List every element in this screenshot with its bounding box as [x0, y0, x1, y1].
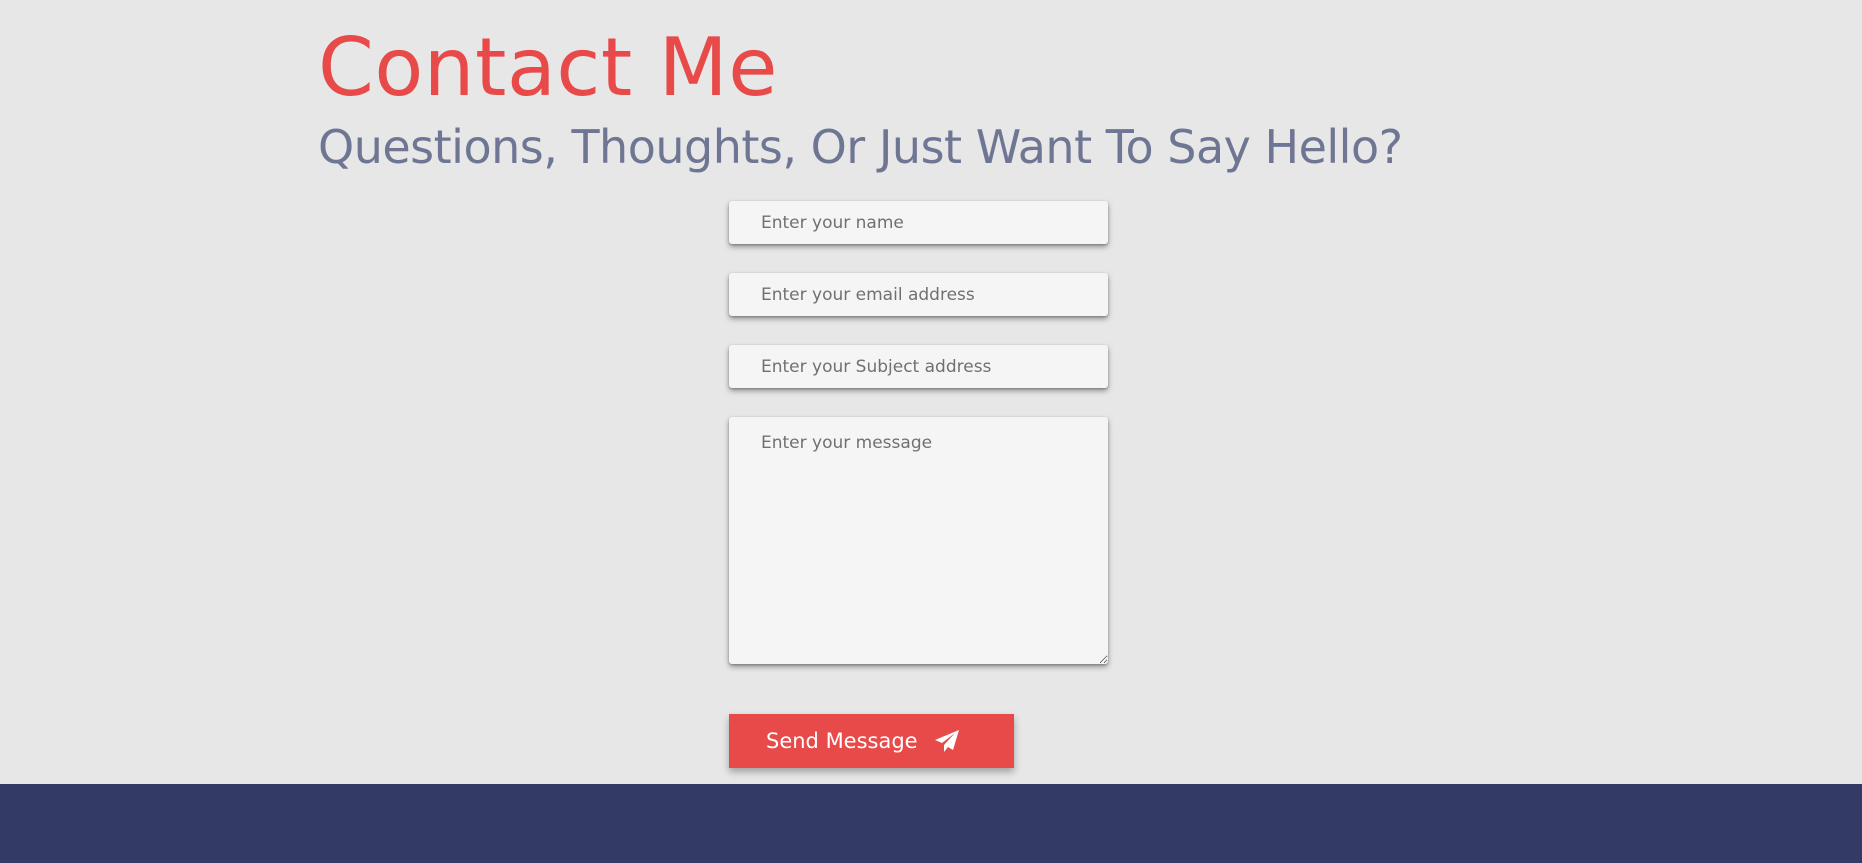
- message-textarea[interactable]: [729, 417, 1108, 664]
- name-field[interactable]: [729, 201, 1108, 244]
- send-message-button[interactable]: Send Message: [729, 714, 1014, 768]
- paper-plane-icon: [934, 729, 960, 753]
- contact-page: Contact Me Questions, Thoughts, Or Just …: [0, 0, 1862, 863]
- email-field[interactable]: [729, 273, 1108, 316]
- footer-band: [0, 784, 1862, 863]
- subject-field[interactable]: [729, 345, 1108, 388]
- contact-form: [729, 201, 1108, 664]
- page-subtitle: Questions, Thoughts, Or Just Want To Say…: [318, 120, 1403, 174]
- page-title: Contact Me: [318, 21, 778, 114]
- send-message-label: Send Message: [766, 729, 918, 753]
